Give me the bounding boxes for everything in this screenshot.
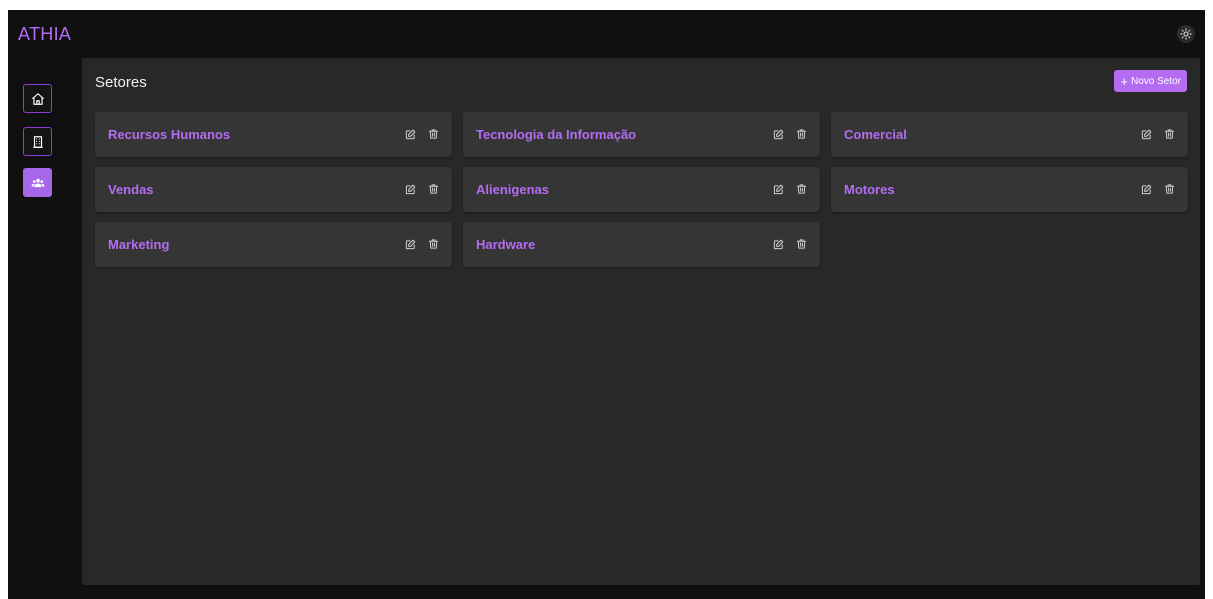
sector-card[interactable]: Recursos Humanos bbox=[95, 112, 452, 157]
brand-logo[interactable]: ATHIA bbox=[18, 24, 71, 45]
main-panel: Setores + Novo Setor Recursos Humanos Te… bbox=[82, 58, 1200, 585]
plus-icon: + bbox=[1120, 73, 1128, 89]
edit-icon[interactable] bbox=[1139, 127, 1153, 141]
sector-grid: Recursos Humanos Tecnologia da Informaçã… bbox=[95, 112, 1188, 267]
users-icon bbox=[31, 178, 44, 187]
sidebar-item-building[interactable] bbox=[23, 127, 52, 156]
sector-name: Alienigenas bbox=[476, 182, 549, 197]
sector-actions bbox=[771, 182, 808, 196]
sector-card[interactable]: Comercial bbox=[831, 112, 1188, 157]
sector-name: Recursos Humanos bbox=[108, 127, 231, 142]
sector-card[interactable]: Vendas bbox=[95, 167, 452, 212]
new-sector-button[interactable]: + Novo Setor bbox=[1114, 70, 1187, 92]
sector-name: Vendas bbox=[108, 182, 154, 197]
app-window: ATHIA Setores + Novo Setor Recursos Huma… bbox=[8, 10, 1205, 599]
edit-icon[interactable] bbox=[771, 127, 785, 141]
sector-actions bbox=[403, 237, 440, 251]
sector-card[interactable]: Marketing bbox=[95, 222, 452, 267]
sector-actions bbox=[1139, 182, 1176, 196]
theme-toggle-button[interactable] bbox=[1177, 25, 1195, 43]
sector-card[interactable]: Motores bbox=[831, 167, 1188, 212]
sector-card[interactable]: Tecnologia da Informação bbox=[463, 112, 820, 157]
sector-name: Marketing bbox=[108, 237, 170, 252]
sector-actions bbox=[403, 127, 440, 141]
sector-name: Motores bbox=[844, 182, 895, 197]
sector-actions bbox=[771, 237, 808, 251]
sector-name: Hardware bbox=[476, 237, 536, 252]
sector-actions bbox=[771, 127, 808, 141]
home-icon bbox=[31, 92, 44, 105]
trash-icon[interactable] bbox=[426, 237, 440, 251]
edit-icon[interactable] bbox=[403, 237, 417, 251]
edit-icon[interactable] bbox=[403, 127, 417, 141]
edit-icon[interactable] bbox=[403, 182, 417, 196]
sector-actions bbox=[403, 182, 440, 196]
sun-icon bbox=[1180, 28, 1192, 40]
sector-card[interactable]: Hardware bbox=[463, 222, 820, 267]
trash-icon[interactable] bbox=[794, 127, 808, 141]
top-bar: ATHIA bbox=[8, 10, 1205, 58]
sidebar-item-users[interactable] bbox=[23, 168, 52, 197]
trash-icon[interactable] bbox=[1162, 127, 1176, 141]
sector-name: Comercial bbox=[844, 127, 907, 142]
page-title: Setores bbox=[95, 74, 147, 91]
sidebar-item-home[interactable] bbox=[23, 84, 52, 113]
new-sector-button-label: Novo Setor bbox=[1130, 75, 1181, 87]
trash-icon[interactable] bbox=[794, 182, 808, 196]
trash-icon[interactable] bbox=[1162, 182, 1176, 196]
trash-icon[interactable] bbox=[426, 182, 440, 196]
edit-icon[interactable] bbox=[1139, 182, 1153, 196]
sector-card[interactable]: Alienigenas bbox=[463, 167, 820, 212]
sector-actions bbox=[1139, 127, 1176, 141]
sector-name: Tecnologia da Informação bbox=[476, 127, 637, 142]
edit-icon[interactable] bbox=[771, 237, 785, 251]
trash-icon[interactable] bbox=[794, 237, 808, 251]
trash-icon[interactable] bbox=[426, 127, 440, 141]
edit-icon[interactable] bbox=[771, 182, 785, 196]
building-icon bbox=[32, 135, 43, 148]
